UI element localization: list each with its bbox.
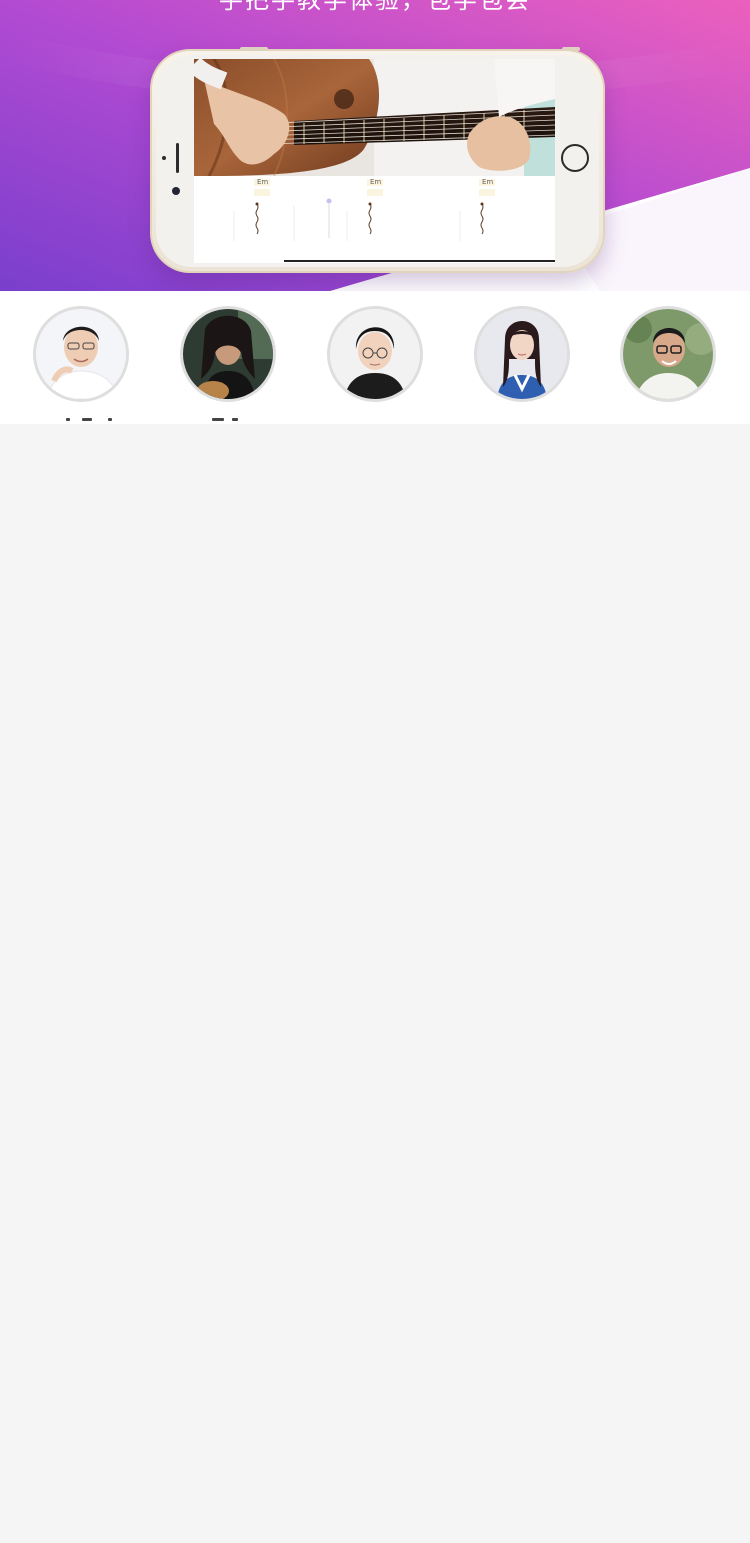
hero-tagline: 手把手教学体验，包学包会: [219, 0, 531, 14]
guitar-lesson-video[interactable]: [194, 59, 555, 176]
teacher-avatars-section: [0, 291, 750, 424]
guitar-tab-notation: [233, 179, 495, 241]
strum-wave-icon: [255, 203, 259, 235]
teacher-avatar[interactable]: [180, 306, 276, 402]
teacher-avatar[interactable]: [33, 306, 129, 402]
phone-speaker-icon: [176, 143, 179, 173]
caption-fragment: [108, 418, 112, 421]
avatar-photo-icon: [623, 309, 713, 399]
avatar-photo-icon: [477, 309, 567, 399]
chord-label: Em: [482, 178, 494, 186]
phone-screen: Em Em Em: [194, 59, 555, 263]
caption-fragment: [82, 418, 92, 421]
chord-label: Em: [257, 178, 269, 186]
teacher-avatar[interactable]: [620, 306, 716, 402]
video-progress-bar[interactable]: [284, 260, 555, 262]
teacher-avatar[interactable]: [327, 306, 423, 402]
phone-volume-button: [240, 47, 268, 51]
strum-wave-icon: [480, 203, 484, 235]
caption-fragment: [66, 418, 70, 421]
phone-sensor-icon: [162, 156, 166, 160]
caption-fragment: [232, 418, 238, 421]
phone-power-button: [562, 47, 580, 51]
teacher-avatar[interactable]: [474, 306, 570, 402]
avatar-photo-icon: [183, 309, 273, 399]
strum-wave-icon: [368, 203, 372, 235]
avatar-photo-icon: [330, 309, 420, 399]
page-lower-area: [0, 424, 750, 1543]
caption-fragment: [212, 418, 224, 421]
phone-camera-icon: [172, 187, 180, 195]
hero-banner: 手把手教学体验，包学包会 Em Em Em: [0, 0, 750, 291]
avatar-photo-icon: [36, 309, 126, 399]
chord-label: Em: [370, 178, 382, 186]
phone-home-button: [561, 144, 589, 172]
